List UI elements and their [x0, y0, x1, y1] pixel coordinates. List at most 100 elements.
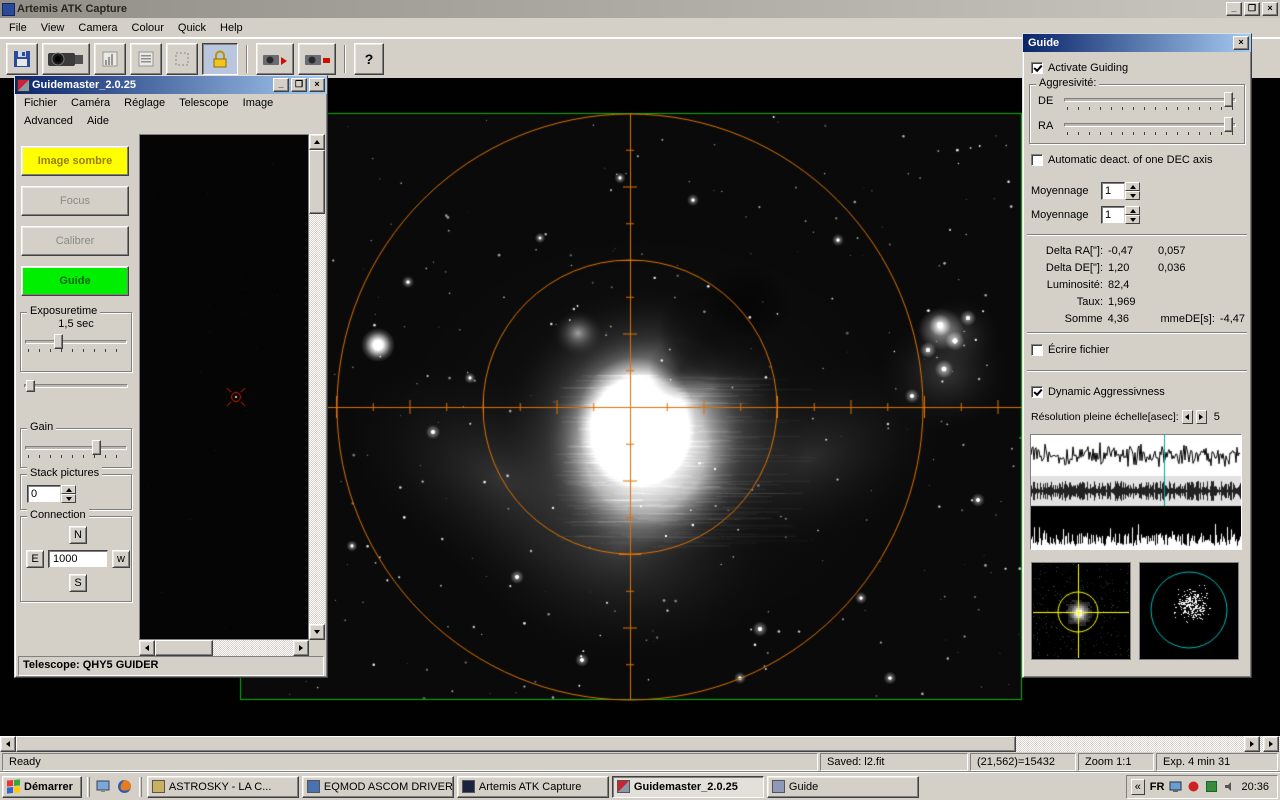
- hscroll-left-button[interactable]: [0, 736, 16, 752]
- stack-down-button[interactable]: [61, 494, 76, 503]
- menu-colour[interactable]: Colour: [125, 19, 171, 37]
- histogram-button[interactable]: [94, 42, 126, 75]
- capture-loop-button[interactable]: [256, 42, 294, 75]
- guider-preview-canvas[interactable]: [140, 135, 308, 639]
- guidemaster-close-button[interactable]: ×: [309, 78, 325, 92]
- nudge-west-button[interactable]: w: [112, 550, 130, 568]
- dark-frame-button[interactable]: Image sombre: [21, 146, 129, 176]
- nudge-south-button[interactable]: S: [69, 574, 87, 592]
- resolution-left-button[interactable]: [1181, 410, 1193, 424]
- taskbar-task-eqmod[interactable]: EQMOD ASCOM DRIVER: [301, 775, 454, 798]
- pulse-duration-field[interactable]: 1000: [48, 550, 108, 568]
- ra-slider-thumb[interactable]: [1223, 117, 1233, 132]
- artemis-maximize-button[interactable]: ❐: [1244, 2, 1260, 16]
- ra-aggressivity-slider[interactable]: [1064, 115, 1236, 135]
- volume-tray-icon[interactable]: [1223, 780, 1236, 793]
- nudge-east-button[interactable]: E: [26, 550, 44, 568]
- gm-menu-advanced[interactable]: Advanced: [17, 112, 80, 130]
- artemis-titlebar[interactable]: Artemis ATK Capture _ ❐ ×: [0, 0, 1280, 18]
- preview-scroll-down-button[interactable]: [309, 624, 325, 640]
- hscroll-right-button2[interactable]: [1263, 736, 1279, 752]
- gm-menu-reglage[interactable]: Réglage: [117, 94, 172, 112]
- show-desktop-icon[interactable]: [95, 778, 113, 796]
- menu-help[interactable]: Help: [213, 19, 250, 37]
- average2-value[interactable]: 1: [1101, 206, 1125, 224]
- help-button[interactable]: ?: [354, 42, 384, 75]
- record-tray-icon[interactable]: [1187, 780, 1200, 793]
- guidemaster-maximize-button[interactable]: ❐: [291, 78, 307, 92]
- preview-vscrollbar[interactable]: [309, 134, 325, 640]
- resolution-right-button[interactable]: [1195, 410, 1207, 424]
- exposure-progress-thumb[interactable]: [26, 380, 36, 392]
- preview-hscrollbar[interactable]: [139, 640, 309, 656]
- average1-value[interactable]: 1: [1101, 182, 1125, 200]
- guide-titlebar[interactable]: Guide ×: [1023, 34, 1251, 52]
- artemis-hscrollbar[interactable]: [0, 736, 1280, 752]
- start-button[interactable]: Démarrer: [2, 775, 82, 798]
- guidemaster-titlebar[interactable]: Guidemaster_2.0.25 _ ❐ ×: [15, 76, 327, 94]
- taskbar-task-guide[interactable]: Guide: [766, 775, 919, 798]
- display-tray-icon[interactable]: [1169, 780, 1182, 793]
- stack-value[interactable]: 0: [27, 485, 61, 503]
- preview-scroll-up-button[interactable]: [309, 134, 325, 150]
- auto-deact-checkbox[interactable]: [1031, 154, 1043, 166]
- guide-button[interactable]: Guide: [21, 266, 129, 296]
- eqmod-tray-icon[interactable]: [1205, 780, 1218, 793]
- hscroll-thumb[interactable]: [16, 736, 1016, 752]
- save-button[interactable]: [6, 42, 38, 75]
- gain-slider-thumb[interactable]: [92, 440, 102, 455]
- auto-deact-row[interactable]: Automatic deact. of one DEC axis: [1031, 154, 1212, 166]
- display-settings-button[interactable]: [130, 42, 162, 75]
- artemis-close-button[interactable]: ×: [1262, 2, 1278, 16]
- exposure-slider[interactable]: [25, 332, 127, 352]
- browser-icon[interactable]: [116, 778, 134, 796]
- guider-preview-panel[interactable]: [139, 134, 309, 640]
- stack-up-button[interactable]: [61, 485, 76, 494]
- average2-spinner[interactable]: 1: [1101, 206, 1140, 224]
- taskbar-task-artemis[interactable]: Artemis ATK Capture: [456, 775, 609, 798]
- menu-view[interactable]: View: [34, 19, 72, 37]
- nudge-north-button[interactable]: N: [69, 526, 87, 544]
- average1-spinner[interactable]: 1: [1101, 182, 1140, 200]
- guide-close-button[interactable]: ×: [1233, 36, 1249, 50]
- gm-menu-aide[interactable]: Aide: [80, 112, 116, 130]
- hscroll-right-button[interactable]: [1244, 736, 1260, 752]
- gain-slider[interactable]: [25, 438, 127, 458]
- exposure-slider-thumb[interactable]: [53, 334, 63, 349]
- preview-scroll-left-button[interactable]: [139, 640, 155, 656]
- write-file-checkbox[interactable]: [1031, 344, 1043, 356]
- preview-hscroll-thumb[interactable]: [155, 640, 213, 656]
- menu-camera[interactable]: Camera: [71, 19, 124, 37]
- artemis-minimize-button[interactable]: _: [1226, 2, 1242, 16]
- taskbar-task-astrosky[interactable]: ASTROSKY - LA C...: [146, 775, 299, 798]
- focus-button[interactable]: Focus: [21, 186, 129, 216]
- lock-button[interactable]: [202, 42, 238, 75]
- capture-single-button[interactable]: [298, 42, 336, 75]
- activate-guiding-row[interactable]: Activate Guiding: [1031, 62, 1128, 74]
- exposure-progress-slider[interactable]: [24, 376, 128, 396]
- gm-menu-fichier[interactable]: Fichier: [17, 94, 64, 112]
- menu-file[interactable]: File: [2, 19, 34, 37]
- stack-spinner[interactable]: 0: [27, 485, 76, 503]
- camera-settings-button[interactable]: [42, 42, 90, 75]
- gm-menu-telescope[interactable]: Telescope: [172, 94, 236, 112]
- dynamic-aggressivness-checkbox[interactable]: [1031, 386, 1043, 398]
- de-slider-thumb[interactable]: [1223, 92, 1233, 107]
- dynamic-aggressivness-row[interactable]: Dynamic Aggressivness: [1031, 386, 1165, 398]
- taskbar-task-guidemaster[interactable]: Guidemaster_2.0.25: [611, 775, 764, 798]
- selection-button[interactable]: [166, 42, 198, 75]
- average1-label: Moyennage: [1031, 185, 1089, 197]
- write-file-row[interactable]: Écrire fichier: [1031, 344, 1109, 356]
- language-indicator[interactable]: FR: [1150, 781, 1165, 793]
- preview-vscroll-thumb[interactable]: [309, 150, 325, 214]
- tray-chevron-button[interactable]: «: [1130, 778, 1145, 795]
- guidemaster-minimize-button[interactable]: _: [273, 78, 289, 92]
- calibrate-button[interactable]: Calibrer: [21, 226, 129, 256]
- menu-quick[interactable]: Quick: [171, 19, 213, 37]
- gm-menu-camera[interactable]: Caméra: [64, 94, 117, 112]
- status-zoom: Zoom 1:1: [1078, 753, 1154, 771]
- gm-menu-image[interactable]: Image: [236, 94, 281, 112]
- preview-scroll-right-button[interactable]: [293, 640, 309, 656]
- activate-guiding-checkbox[interactable]: [1031, 62, 1043, 74]
- de-aggressivity-slider[interactable]: [1064, 90, 1236, 110]
